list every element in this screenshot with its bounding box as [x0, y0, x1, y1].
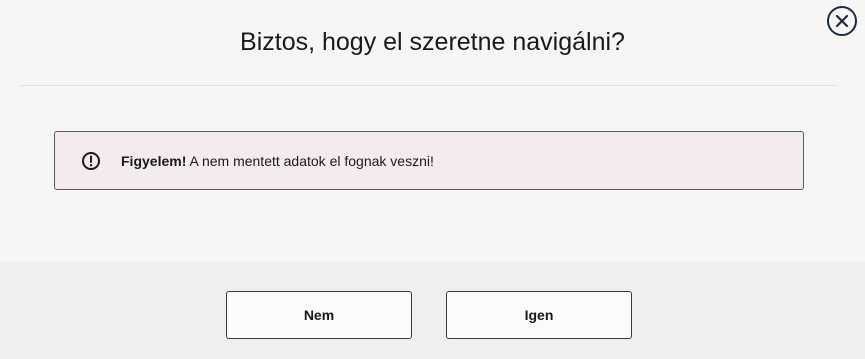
- dialog-footer: [0, 261, 865, 359]
- warning-alert: Figyelem! A nem mentett adatok el fognak…: [54, 131, 804, 190]
- close-x-icon: [835, 14, 849, 28]
- no-button[interactable]: Nem: [226, 291, 412, 339]
- title-divider: [20, 85, 838, 86]
- alert-strong-label: Figyelem!: [121, 152, 187, 169]
- exclamation-circle-icon: [81, 151, 101, 171]
- dialog-title: Biztos, hogy el szeretne navigálni?: [240, 28, 625, 56]
- yes-button[interactable]: Igen: [446, 291, 632, 339]
- confirm-navigation-dialog: Biztos, hogy el szeretne navigálni? Figy…: [0, 0, 865, 359]
- alert-message-text: A nem mentett adatok el fognak veszni!: [189, 152, 434, 169]
- alert-message: Figyelem! A nem mentett adatok el fognak…: [121, 153, 434, 169]
